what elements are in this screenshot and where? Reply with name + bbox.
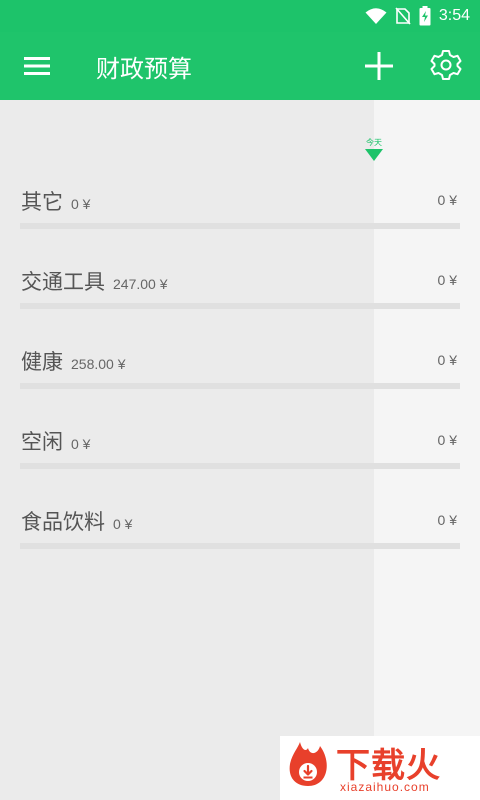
- page-title: 财政预算: [96, 56, 192, 83]
- battery-charging-icon: [419, 6, 431, 26]
- budget-category-label: 健康: [21, 351, 63, 374]
- today-label: 今天: [366, 138, 382, 147]
- settings-button[interactable]: [430, 49, 462, 81]
- add-budget-button[interactable]: [364, 51, 394, 81]
- watermark: 下载火 xiazaihuo.com: [280, 736, 480, 800]
- app-bar: 财政预算: [0, 32, 480, 100]
- spent-amount: 0 ¥: [71, 196, 91, 212]
- budget-list: 今天 其它 0 ¥ 0 ¥ 交通工具 247.00 ¥ 0 ¥ 健康 258.00 ¥…: [0, 100, 480, 800]
- budget-category-label: 食品饮料: [21, 511, 105, 534]
- no-sim-icon: [395, 7, 411, 25]
- wifi-icon: [365, 8, 387, 24]
- budget-progress-bar: [20, 543, 460, 549]
- budget-category-label: 空闲: [21, 431, 63, 454]
- watermark-url: xiazaihuo.com: [340, 780, 430, 794]
- budget-row[interactable]: 食品饮料 0 ¥ 0 ¥: [0, 490, 480, 570]
- menu-icon: [24, 57, 50, 75]
- budget-amount: 0 ¥: [437, 272, 457, 288]
- spent-amount: 0 ¥: [113, 516, 133, 532]
- flame-logo-icon: [289, 742, 327, 786]
- budget-name: 食品饮料 0 ¥: [21, 506, 132, 536]
- add-icon: [365, 52, 393, 80]
- spent-amount: 258.00 ¥: [71, 356, 126, 372]
- budget-amount: 0 ¥: [437, 192, 457, 208]
- budget-name: 空闲 0 ¥: [21, 426, 90, 456]
- today-triangle-icon: [365, 149, 383, 161]
- budget-row[interactable]: 交通工具 247.00 ¥ 0 ¥: [0, 250, 480, 330]
- budget-name: 交通工具 247.00 ¥: [21, 266, 168, 296]
- budget-row[interactable]: 空闲 0 ¥ 0 ¥: [0, 410, 480, 490]
- budget-progress-bar: [20, 303, 460, 309]
- budget-progress-bar: [20, 383, 460, 389]
- spent-amount: 0 ¥: [71, 436, 91, 452]
- menu-button[interactable]: [22, 52, 54, 80]
- budget-name: 健康 258.00 ¥: [21, 346, 126, 376]
- status-bar: 3:54: [0, 0, 480, 32]
- budget-amount: 0 ¥: [437, 512, 457, 528]
- spent-amount: 247.00 ¥: [113, 276, 168, 292]
- budget-amount: 0 ¥: [437, 352, 457, 368]
- budget-progress-bar: [20, 223, 460, 229]
- status-time: 3:54: [438, 7, 470, 24]
- status-icons: 3:54: [365, 5, 470, 27]
- budget-row[interactable]: 其它 0 ¥ 0 ¥: [0, 170, 480, 250]
- today-marker: 今天: [364, 138, 384, 161]
- budget-amount: 0 ¥: [437, 432, 457, 448]
- budget-row[interactable]: 健康 258.00 ¥ 0 ¥: [0, 330, 480, 410]
- settings-icon: [430, 50, 462, 80]
- budget-category-label: 其它: [21, 191, 63, 214]
- budget-name: 其它 0 ¥: [21, 186, 90, 216]
- budget-progress-bar: [20, 463, 460, 469]
- budget-category-label: 交通工具: [21, 271, 105, 294]
